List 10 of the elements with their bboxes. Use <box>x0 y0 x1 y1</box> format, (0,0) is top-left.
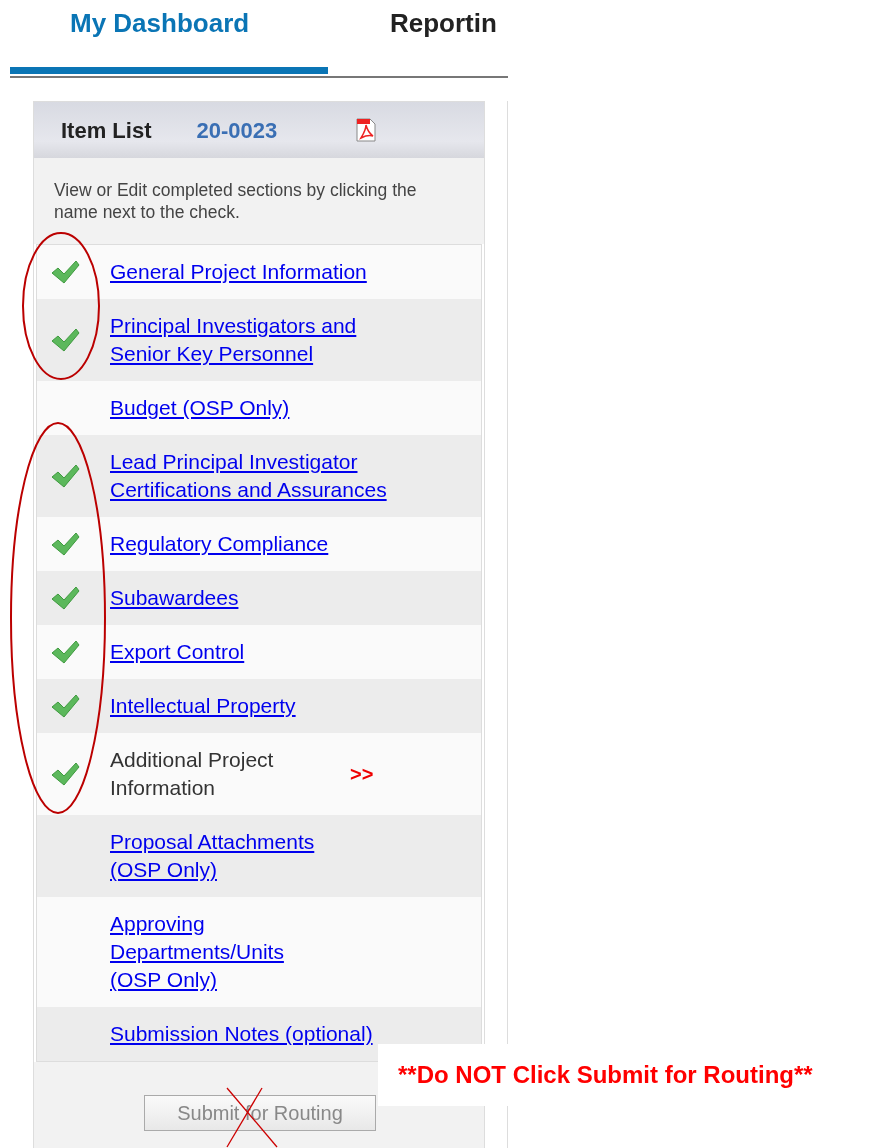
tab[interactable]: My Dashboard <box>70 4 250 43</box>
instructions-text: View or Edit completed sections by clicking the name next to the check. <box>34 158 484 244</box>
panel-title: Item List <box>61 116 152 145</box>
proposal-number: 20-0023 <box>196 116 278 145</box>
section-link[interactable]: Subawardees <box>110 584 239 612</box>
current-marker: >> <box>350 762 374 787</box>
section-link[interactable]: Export Control <box>110 638 245 666</box>
pdf-icon[interactable] <box>355 118 378 142</box>
tab[interactable]: Reportin <box>390 4 497 43</box>
current-section-label: Additional Project Information <box>110 747 275 801</box>
